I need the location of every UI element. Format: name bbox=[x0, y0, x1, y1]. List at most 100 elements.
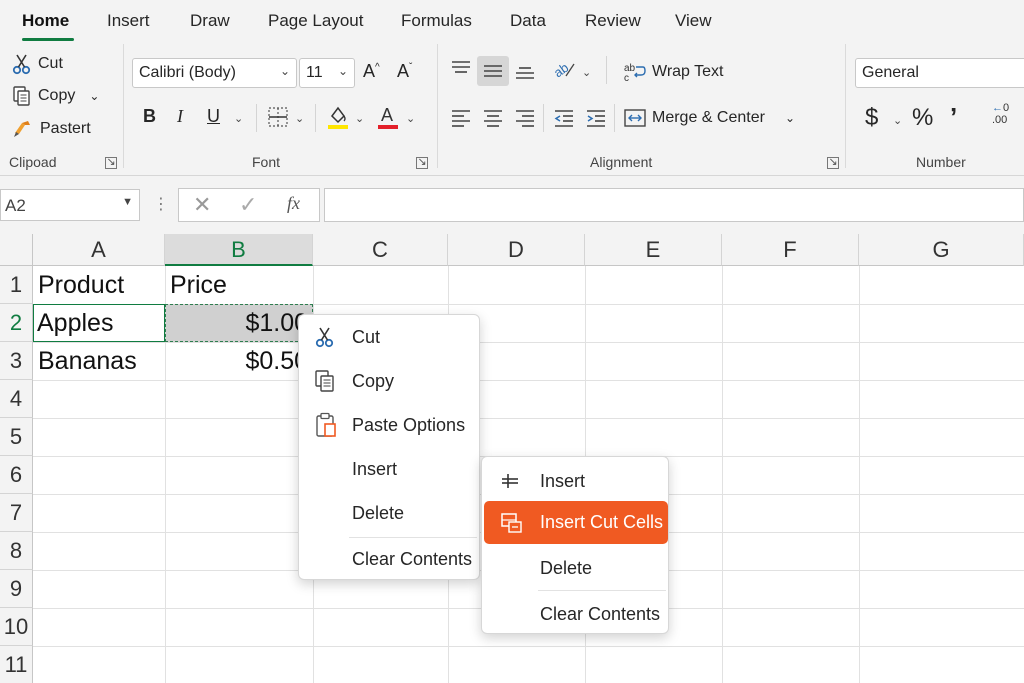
number-format-select[interactable]: General bbox=[855, 58, 1024, 88]
decrease-indent-icon[interactable] bbox=[553, 107, 575, 134]
row-header-8[interactable]: 8 bbox=[0, 532, 33, 570]
cell-b2[interactable]: $1.00 bbox=[170, 304, 308, 342]
check-icon[interactable]: ✓ bbox=[239, 192, 257, 218]
menu-item-delete[interactable]: Delete bbox=[299, 493, 479, 533]
submenu-item-delete[interactable]: Delete bbox=[482, 548, 668, 588]
font-size-select[interactable]: 11 ⌄ bbox=[299, 58, 355, 88]
font-color-icon[interactable]: A bbox=[377, 104, 399, 135]
row-header-2[interactable]: 2 bbox=[0, 304, 33, 342]
tab-insert[interactable]: Insert bbox=[107, 11, 150, 31]
alignment-launcher-icon[interactable]: ↘ bbox=[827, 157, 839, 169]
paste-button[interactable]: Pastert bbox=[12, 119, 91, 139]
name-box-value: A2 bbox=[5, 196, 26, 215]
tab-data[interactable]: Data bbox=[510, 11, 546, 31]
menu-item-label: Insert Cut Cells bbox=[540, 512, 664, 532]
orientation-icon[interactable]: ab bbox=[551, 58, 576, 85]
tab-view[interactable]: View bbox=[675, 11, 712, 31]
row-header-1[interactable]: 1 bbox=[0, 266, 33, 304]
tab-review[interactable]: Review bbox=[585, 11, 641, 31]
increase-decimal-icon[interactable]: ←0.00 bbox=[992, 102, 1009, 126]
font-launcher-icon[interactable]: ↘ bbox=[416, 157, 428, 169]
bold-icon[interactable]: B bbox=[143, 106, 156, 127]
column-header-a[interactable]: A bbox=[33, 234, 165, 266]
clipboard-launcher-icon[interactable]: ↘ bbox=[105, 157, 117, 169]
column-header-c[interactable]: C bbox=[313, 234, 448, 266]
submenu-item-clear-contents[interactable]: Clear Contents bbox=[482, 594, 668, 634]
menu-item-paste-options[interactable]: Paste Options bbox=[299, 405, 479, 445]
tab-page-layout[interactable]: Page Layout bbox=[268, 11, 363, 31]
chevron-down-icon[interactable]: ⌄ bbox=[355, 112, 364, 125]
formula-input[interactable] bbox=[324, 188, 1024, 222]
number-format-value: General bbox=[862, 64, 919, 81]
fill-color-icon[interactable] bbox=[327, 104, 349, 135]
cell-a3[interactable]: Bananas bbox=[38, 342, 163, 380]
wrap-text-label: Wrap Text bbox=[652, 63, 724, 80]
column-header-d[interactable]: D bbox=[448, 234, 585, 266]
row-header-4[interactable]: 4 bbox=[0, 380, 33, 418]
column-header-b[interactable]: B bbox=[165, 234, 313, 266]
menu-item-label: Cut bbox=[352, 326, 381, 347]
align-top-icon[interactable] bbox=[450, 58, 472, 85]
menu-item-copy[interactable]: Copy bbox=[299, 361, 479, 401]
copy-button[interactable]: Copy ⌄ bbox=[12, 85, 99, 107]
function-icon[interactable]: fx bbox=[287, 193, 300, 214]
chevron-down-icon[interactable]: ⌄ bbox=[582, 66, 591, 79]
wrap-text-button[interactable]: ab c Wrap Text bbox=[624, 62, 723, 82]
chevron-down-icon[interactable]: ⌄ bbox=[89, 89, 99, 103]
column-header-e[interactable]: E bbox=[585, 234, 722, 266]
comma-style-icon[interactable]: ’ bbox=[950, 102, 957, 133]
name-box[interactable]: A2 ▼ bbox=[0, 189, 140, 221]
chevron-down-icon[interactable]: ⌄ bbox=[295, 112, 304, 125]
align-right-icon[interactable] bbox=[514, 107, 536, 134]
cell-a2[interactable]: Apples bbox=[37, 304, 162, 342]
chevron-down-icon[interactable]: ⌄ bbox=[893, 114, 902, 127]
menu-item-cut[interactable]: Cut bbox=[299, 317, 479, 357]
menu-item-clear-contents[interactable]: Clear Contents bbox=[299, 539, 479, 579]
row-header-7[interactable]: 7 bbox=[0, 494, 33, 532]
cell-b1[interactable]: Price bbox=[170, 266, 310, 304]
align-bottom-icon[interactable] bbox=[514, 60, 536, 87]
select-all-corner[interactable] bbox=[0, 234, 33, 266]
column-header-f[interactable]: F bbox=[722, 234, 859, 266]
merge-center-button[interactable]: Merge & Center ⌄ bbox=[624, 108, 795, 128]
align-middle-icon[interactable] bbox=[477, 56, 509, 86]
submenu-item-insert-cut-cells[interactable]: Insert Cut Cells bbox=[484, 501, 668, 544]
chevron-down-icon[interactable]: ⌄ bbox=[785, 111, 795, 125]
currency-icon[interactable]: $ bbox=[865, 104, 878, 132]
cut-button[interactable]: Cut bbox=[12, 53, 63, 75]
menu-item-label: Insert bbox=[540, 470, 586, 491]
cell-a1[interactable]: Product bbox=[38, 266, 163, 304]
more-options-icon[interactable]: ⋮ bbox=[153, 194, 169, 214]
increase-font-size-icon[interactable]: A^ bbox=[363, 61, 380, 82]
underline-icon[interactable]: U bbox=[207, 106, 220, 127]
ribbon-tab-bar: Home Insert Draw Page Layout Formulas Da… bbox=[0, 0, 1024, 44]
tab-draw[interactable]: Draw bbox=[190, 11, 230, 31]
row-header-3[interactable]: 3 bbox=[0, 342, 33, 380]
menu-item-insert[interactable]: Insert bbox=[299, 449, 479, 489]
group-divider bbox=[437, 44, 438, 168]
font-name-select[interactable]: Calibri (Body) ⌄ bbox=[132, 58, 297, 88]
tab-home[interactable]: Home bbox=[22, 11, 69, 31]
decrease-font-size-icon[interactable]: Aˇ bbox=[397, 61, 412, 82]
row-header-9[interactable]: 9 bbox=[0, 570, 33, 608]
row-header-5[interactable]: 5 bbox=[0, 418, 33, 456]
font-group-label: Font bbox=[252, 154, 281, 170]
align-center-icon[interactable] bbox=[482, 107, 504, 134]
column-header-g[interactable]: G bbox=[859, 234, 1024, 266]
increase-indent-icon[interactable] bbox=[585, 107, 607, 134]
row-header-10[interactable]: 10 bbox=[0, 608, 33, 646]
caret-down-icon[interactable]: ▼ bbox=[122, 196, 133, 208]
row-header-11[interactable]: 11 bbox=[0, 646, 33, 683]
italic-icon[interactable]: I bbox=[177, 106, 183, 127]
gridline bbox=[859, 266, 860, 683]
percent-icon[interactable]: % bbox=[912, 104, 933, 132]
align-left-icon[interactable] bbox=[450, 107, 472, 134]
borders-icon[interactable] bbox=[267, 106, 289, 133]
submenu-item-insert[interactable]: Insert bbox=[482, 461, 668, 501]
chevron-down-icon[interactable]: ⌄ bbox=[234, 112, 243, 125]
chevron-down-icon[interactable]: ⌄ bbox=[406, 112, 415, 125]
cancel-icon[interactable]: ✕ bbox=[193, 192, 211, 218]
row-header-6[interactable]: 6 bbox=[0, 456, 33, 494]
cell-b3[interactable]: $0.50 bbox=[170, 342, 308, 380]
tab-formulas[interactable]: Formulas bbox=[401, 11, 472, 31]
